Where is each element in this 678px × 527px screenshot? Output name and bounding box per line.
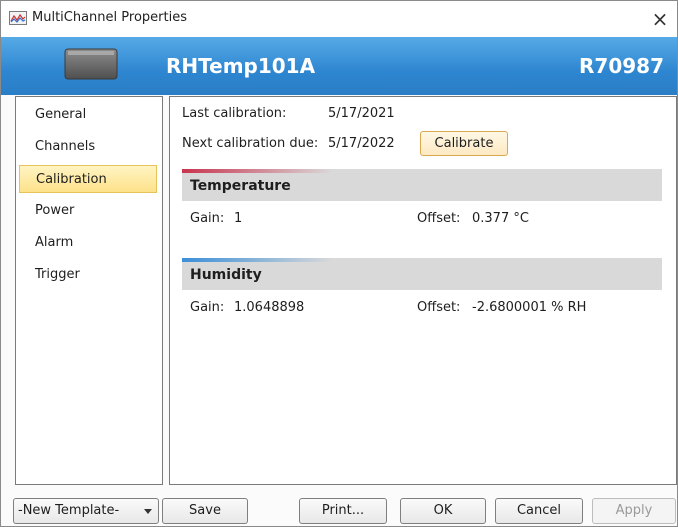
close-icon[interactable]: ×	[645, 4, 675, 34]
humidity-section-title: Humidity	[190, 267, 262, 283]
temperature-offset-label: Offset:	[417, 211, 461, 226]
print-button[interactable]: Print...	[299, 498, 387, 524]
next-calibration-label: Next calibration due:	[182, 136, 319, 151]
last-calibration-label: Last calibration:	[182, 106, 287, 121]
temperature-section-header: Temperature	[182, 169, 662, 201]
app-chart-icon	[9, 11, 27, 25]
humidity-section-header: Humidity	[182, 258, 662, 290]
device-name: RHTemp101A	[166, 54, 316, 78]
save-button[interactable]: Save	[162, 498, 248, 524]
sidebar-item-calibration[interactable]: Calibration	[19, 165, 157, 193]
humidity-accent-stripe	[182, 258, 332, 262]
temperature-section-title: Temperature	[190, 178, 291, 194]
humidity-gain-value: 1.0648898	[234, 300, 305, 315]
chevron-down-icon	[144, 509, 152, 514]
sidebar-item-trigger[interactable]: Trigger	[19, 261, 157, 289]
device-serial: R70987	[579, 54, 664, 78]
sidebar-item-alarm[interactable]: Alarm	[19, 229, 157, 257]
humidity-gain-label: Gain:	[190, 300, 225, 315]
template-select-value: -New Template-	[18, 503, 120, 518]
temperature-gain-label: Gain:	[190, 211, 225, 226]
window-title: MultiChannel Properties	[32, 10, 187, 25]
device-banner: RHTemp101A R70987	[1, 37, 677, 95]
next-calibration-value: 5/17/2022	[328, 136, 395, 151]
apply-button[interactable]: Apply	[592, 498, 676, 524]
sidebar-item-channels[interactable]: Channels	[19, 133, 157, 161]
sidebar-item-general[interactable]: General	[19, 101, 157, 129]
humidity-offset-value: -2.6800001 % RH	[472, 300, 587, 315]
properties-window: MultiChannel Properties × RHTemp101A R70…	[0, 0, 678, 527]
logger-device-icon	[64, 48, 118, 80]
humidity-offset-label: Offset:	[417, 300, 461, 315]
template-select[interactable]: -New Template-	[13, 498, 159, 524]
temperature-offset-value: 0.377 °C	[472, 211, 529, 226]
calibration-panel: Last calibration: 5/17/2021 Next calibra…	[169, 96, 677, 485]
last-calibration-value: 5/17/2021	[328, 106, 395, 121]
ok-button[interactable]: OK	[400, 498, 486, 524]
sidebar-item-power[interactable]: Power	[19, 197, 157, 225]
calibrate-button[interactable]: Calibrate	[420, 131, 508, 156]
temperature-gain-value: 1	[234, 211, 243, 226]
sidebar-nav: General Channels Calibration Power Alarm…	[15, 96, 163, 485]
title-bar[interactable]: MultiChannel Properties ×	[1, 1, 677, 37]
cancel-button[interactable]: Cancel	[495, 498, 583, 524]
temperature-accent-stripe	[182, 169, 332, 173]
